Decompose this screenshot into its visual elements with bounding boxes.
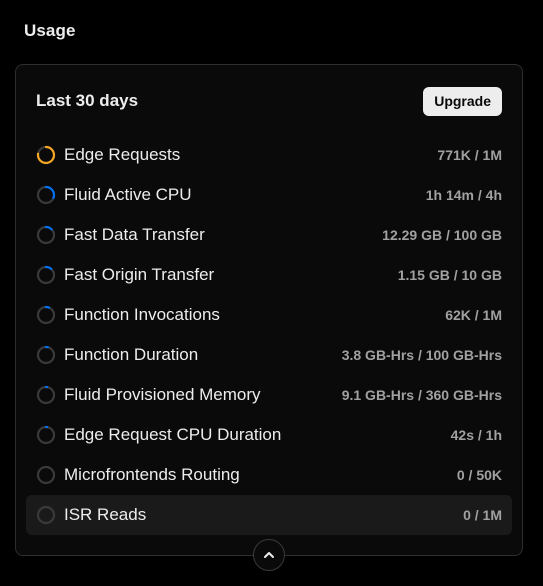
usage-row-label: Fluid Provisioned Memory (64, 385, 261, 404)
usage-ring-track (36, 345, 56, 365)
usage-row-value: 12.29 GB / 100 GB (382, 227, 502, 243)
usage-row[interactable]: Edge Request CPU Duration 42s / 1h (26, 415, 512, 455)
usage-row-label: Fast Origin Transfer (64, 265, 215, 284)
usage-row-left: ISR Reads (36, 505, 146, 525)
usage-row-label: Edge Request CPU Duration (64, 425, 282, 444)
usage-row-left: Fluid Active CPU (36, 185, 192, 205)
usage-list: Edge Requests 771K / 1M Fluid Active CPU 1h… (26, 135, 512, 535)
usage-ring-icon (36, 385, 56, 405)
usage-ring-track (36, 385, 56, 405)
usage-row-left: Microfrontends Routing (36, 465, 240, 485)
usage-row-value: 0 / 50K (456, 467, 502, 483)
usage-row-left: Edge Requests (36, 145, 180, 165)
usage-row-left: Fluid Provisioned Memory (36, 385, 261, 405)
usage-ring-track (36, 505, 56, 525)
usage-row-left: Fast Origin Transfer (36, 265, 214, 285)
usage-row[interactable]: Fast Data Transfer 12.29 GB / 100 GB (26, 215, 512, 255)
usage-ring-icon (36, 145, 56, 165)
usage-row[interactable]: Microfrontends Routing 0 / 50K (26, 455, 512, 495)
usage-ring-icon (36, 345, 56, 365)
usage-row[interactable]: Function Invocations 62K / 1M (26, 295, 512, 335)
usage-row[interactable]: Edge Requests 771K / 1M (26, 135, 512, 175)
usage-row-left: Fast Data Transfer (36, 225, 205, 245)
usage-ring-icon (36, 505, 56, 525)
usage-row-label: Edge Requests (64, 145, 181, 164)
usage-row-left: Function Invocations (36, 305, 220, 325)
usage-row-value: 9.1 GB-Hrs / 360 GB-Hrs (341, 387, 502, 403)
usage-row[interactable]: Function Duration 3.8 GB-Hrs / 100 GB-Hrs (26, 335, 512, 375)
usage-row-left: Function Duration (36, 345, 198, 365)
usage-row-left: Edge Request CPU Duration (36, 425, 281, 445)
usage-row-label: Function Invocations (64, 305, 220, 324)
usage-row[interactable]: Fast Origin Transfer 1.15 GB / 10 GB (26, 255, 512, 295)
usage-row[interactable]: ISR Reads 0 / 1M (26, 495, 512, 535)
usage-row-value: 1h 14m / 4h (425, 187, 502, 203)
usage-row-label: Function Duration (64, 345, 199, 364)
upgrade-button[interactable]: Upgrade (423, 86, 502, 116)
usage-ring-icon (36, 225, 56, 245)
usage-ring-track (36, 425, 56, 445)
usage-row-value: 771K / 1M (437, 147, 502, 163)
usage-row-label: Microfrontends Routing (64, 465, 240, 484)
card-title: Last 30 days (36, 91, 139, 110)
usage-row-value: 3.8 GB-Hrs / 100 GB-Hrs (341, 347, 502, 363)
chevron-up-icon (264, 552, 274, 558)
usage-ring-icon (36, 265, 56, 285)
usage-ring-icon (36, 305, 56, 325)
usage-ring-icon (36, 425, 56, 445)
usage-row-value: 1.15 GB / 10 GB (397, 267, 502, 283)
section-title: Usage (24, 21, 76, 40)
usage-row-label: ISR Reads (64, 505, 147, 524)
usage-row-value: 42s / 1h (450, 427, 502, 443)
usage-row[interactable]: Fluid Active CPU 1h 14m / 4h (26, 175, 512, 215)
usage-ring-icon (36, 465, 56, 485)
usage-row-value: 62K / 1M (445, 307, 502, 323)
card-header: Last 30 days Upgrade (36, 86, 502, 116)
usage-ring-track (36, 465, 56, 485)
usage-row-label: Fast Data Transfer (64, 225, 205, 244)
collapse-button[interactable] (253, 539, 285, 571)
usage-ring-icon (36, 185, 56, 205)
usage-card: Last 30 days Upgrade Edge Requests 771K /… (15, 64, 523, 556)
usage-ring-track (36, 305, 56, 325)
usage-row-label: Fluid Active CPU (64, 185, 192, 204)
usage-row-value: 0 / 1M (463, 507, 502, 523)
usage-row[interactable]: Fluid Provisioned Memory 9.1 GB-Hrs / 360… (26, 375, 512, 415)
